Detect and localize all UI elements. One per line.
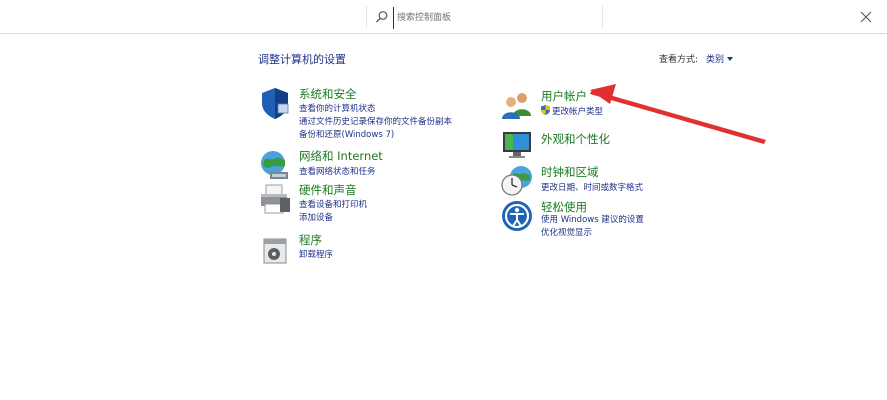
category-link[interactable]: 查看设备和打印机 [299,198,367,210]
search-icon[interactable] [375,10,389,24]
category-title[interactable]: 程序 [299,232,322,248]
users-icon[interactable] [500,88,534,122]
category-link[interactable]: 优化视觉显示 [541,226,592,238]
appearance-monitor-icon[interactable] [500,128,534,162]
category-title[interactable]: 网络和 Internet [299,148,383,164]
category-hardware-sound: 硬件和声音 查看设备和打印机 添加设备 [258,182,478,224]
category-title[interactable]: 系统和安全 [299,86,357,102]
toolbar-divider [602,6,603,28]
category-link[interactable]: 备份和还原(Windows 7) [299,128,394,140]
search-input[interactable] [393,7,604,29]
printer-icon[interactable] [258,182,292,216]
programs-icon[interactable] [258,232,292,266]
category-link[interactable]: 通过文件历史记录保存你的文件备份副本 [299,115,452,127]
view-by-dropdown[interactable]: 类别 [706,52,734,65]
category-title[interactable]: 硬件和声音 [299,182,357,198]
view-by-label: 查看方式: [659,55,699,65]
annotation-arrow-icon [590,84,766,144]
page-title: 调整计算机的设置 [258,53,346,66]
category-system-security: 系统和安全 查看你的计算机状态 通过文件历史记录保存你的文件备份副本 备份和还原… [258,86,478,140]
category-programs: 程序 卸载程序 [258,232,478,264]
security-shield-icon[interactable] [258,86,292,120]
category-title[interactable]: 时钟和区域 [541,164,599,180]
view-by-value: 类别 [706,55,725,65]
category-clock-region: 时钟和区域 更改日期、时间或数字格式 [500,164,700,196]
category-title[interactable]: 用户帐户 [541,88,587,104]
category-link[interactable]: 更改日期、时间或数字格式 [541,181,643,193]
category-network-internet: 网络和 Internet 查看网络状态和任务 [258,148,478,179]
category-link[interactable]: 使用 Windows 建议的设置 [541,213,644,225]
category-ease-of-access: 轻松使用 使用 Windows 建议的设置 优化视觉显示 [500,199,700,241]
clock-globe-icon[interactable] [500,164,534,198]
network-globe-icon[interactable] [258,148,292,182]
chevron-down-icon [727,56,734,61]
category-link[interactable]: 查看你的计算机状态 [299,102,376,114]
close-icon[interactable] [860,11,872,23]
address-bar [0,0,887,34]
toolbar-divider [366,6,367,28]
ease-of-access-icon[interactable] [500,199,534,233]
uac-shield-icon [541,105,550,115]
category-link[interactable]: 卸载程序 [299,248,333,260]
category-link[interactable]: 查看网络状态和任务 [299,165,376,177]
category-link[interactable]: 添加设备 [299,211,333,223]
